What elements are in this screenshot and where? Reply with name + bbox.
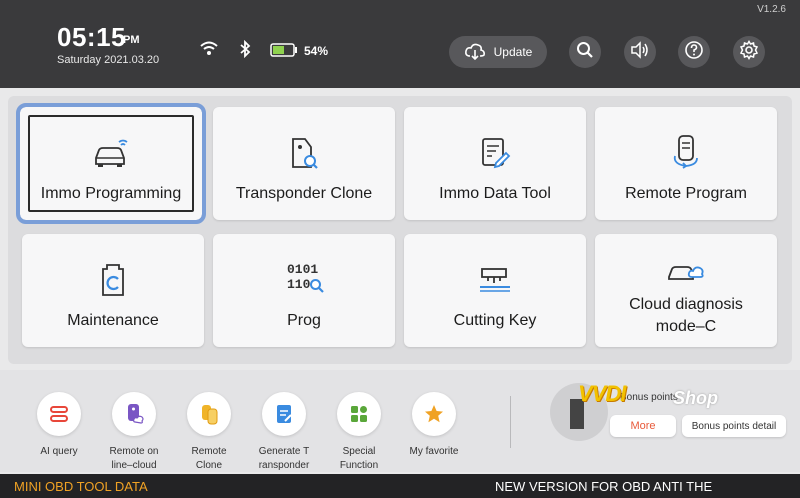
search-icon <box>576 41 594 64</box>
key-cutting-icon <box>476 262 514 298</box>
tile-label: Immo Data Tool <box>439 185 551 202</box>
shortcut-label-line2: Function <box>339 460 379 471</box>
shortcut-label: My favorite <box>409 446 459 457</box>
remote-clone-icon <box>187 392 231 436</box>
clock-time: 05:15 <box>57 22 126 52</box>
tile-label: Cutting Key <box>453 312 537 329</box>
shortcut-label-line2: line–cloud <box>111 460 157 471</box>
shortcut-label-line1: Special <box>342 446 376 457</box>
tile-label-line2: mode–C <box>655 318 717 335</box>
bonus-points-text: Bonus points <box>620 392 678 403</box>
news-ticker: MINI OBD TOOL DATA NEW VERSION FOR OBD A… <box>0 474 800 498</box>
generate-transponder-icon <box>262 392 306 436</box>
binary-icon: 0101 1101 <box>281 262 327 298</box>
tile-transponder-clone[interactable]: Transponder Clone <box>213 107 395 220</box>
shortcut-label-line2: ransponder <box>258 460 310 471</box>
battery-percent: 54% <box>304 44 329 58</box>
remote-cloud-icon <box>112 392 156 436</box>
maintenance-icon <box>98 262 128 298</box>
tile-label-line1: Cloud diagnosis <box>629 296 743 313</box>
shortcut-ai-query[interactable]: AI query <box>29 392 89 459</box>
tile-label: Prog <box>287 312 321 329</box>
tile-label: Immo Programming <box>40 185 182 202</box>
version-label: V1.2.6 <box>757 4 786 15</box>
shortcut-label-line1: Remote <box>191 446 227 457</box>
tile-label: Transponder Clone <box>235 185 373 202</box>
watermark-logo: VVDI <box>578 381 626 406</box>
user-panel: Bonus points VVDI Shop More Bonus points… <box>550 375 794 447</box>
tile-cloud-diagnosis[interactable]: Cloud diagnosis mode–C <box>595 234 777 347</box>
tile-label: Cloud diagnosis mode–C <box>629 294 743 338</box>
ticker-left: MINI OBD TOOL DATA <box>14 479 148 494</box>
shortcut-label-line1: Generate T <box>258 446 310 457</box>
tile-immo-programming[interactable]: Immo Programming <box>16 103 206 224</box>
tile-prog[interactable]: 0101 1101 Prog <box>213 234 395 347</box>
volume-button[interactable] <box>624 36 656 68</box>
clock-ampm: PM <box>123 34 140 46</box>
update-label: Update <box>493 45 533 59</box>
shortcut-label: AI query <box>40 446 78 457</box>
tile-label: Maintenance <box>67 312 159 329</box>
bluetooth-icon <box>239 39 251 63</box>
shortcut-generate-transponder[interactable]: Generate T ransponder <box>254 392 314 473</box>
document-edit-icon <box>478 135 512 171</box>
wifi-icon <box>199 40 219 61</box>
clock-date: Saturday 2021.03.20 <box>57 54 160 66</box>
settings-icon <box>739 39 759 65</box>
tile-label: Remote Program <box>625 185 747 202</box>
tile-remote-program[interactable]: Remote Program <box>595 107 777 220</box>
remote-icon <box>669 135 703 171</box>
shortcut-remote-online-cloud[interactable]: Remote on line–cloud <box>104 392 164 473</box>
ticker-right: NEW VERSION FOR OBD ANTI THE <box>495 479 713 494</box>
tile-cutting-key[interactable]: Cutting Key <box>404 234 586 347</box>
update-button[interactable]: Update <box>449 36 547 68</box>
shortcut-label-line1: Remote on <box>109 446 159 457</box>
shortcut-remote-clone[interactable]: Remote Clone <box>179 392 239 473</box>
watermark-shop: Shop <box>673 388 718 408</box>
cloud-download-icon <box>464 42 486 63</box>
shortcut-special-function[interactable]: Special Function <box>329 392 389 473</box>
transponder-icon <box>287 135 321 171</box>
tile-maintenance[interactable]: Maintenance <box>22 234 204 347</box>
divider <box>510 396 511 448</box>
special-function-icon <box>337 392 381 436</box>
shortcut-label-line2: Clone <box>195 460 223 471</box>
bonus-points-detail-button[interactable]: Bonus points detail <box>682 415 786 437</box>
more-button[interactable]: More <box>610 415 676 437</box>
help-button[interactable] <box>678 36 710 68</box>
cloud-car-icon <box>666 252 706 288</box>
tile-immo-data-tool[interactable]: Immo Data Tool <box>404 107 586 220</box>
top-bar: V1.2.6 05:15 PM Saturday 2021.03.20 54% … <box>0 0 800 88</box>
shortcut-my-favorite[interactable]: My favorite <box>404 392 464 459</box>
car-key-icon <box>91 135 131 171</box>
star-icon <box>412 392 456 436</box>
search-button[interactable] <box>569 36 601 68</box>
help-icon <box>684 40 704 65</box>
settings-button[interactable] <box>733 36 765 68</box>
ai-query-icon <box>37 392 81 436</box>
battery-icon <box>270 43 298 62</box>
volume-icon <box>630 40 650 64</box>
binary-text-1: 0101 <box>287 262 319 277</box>
